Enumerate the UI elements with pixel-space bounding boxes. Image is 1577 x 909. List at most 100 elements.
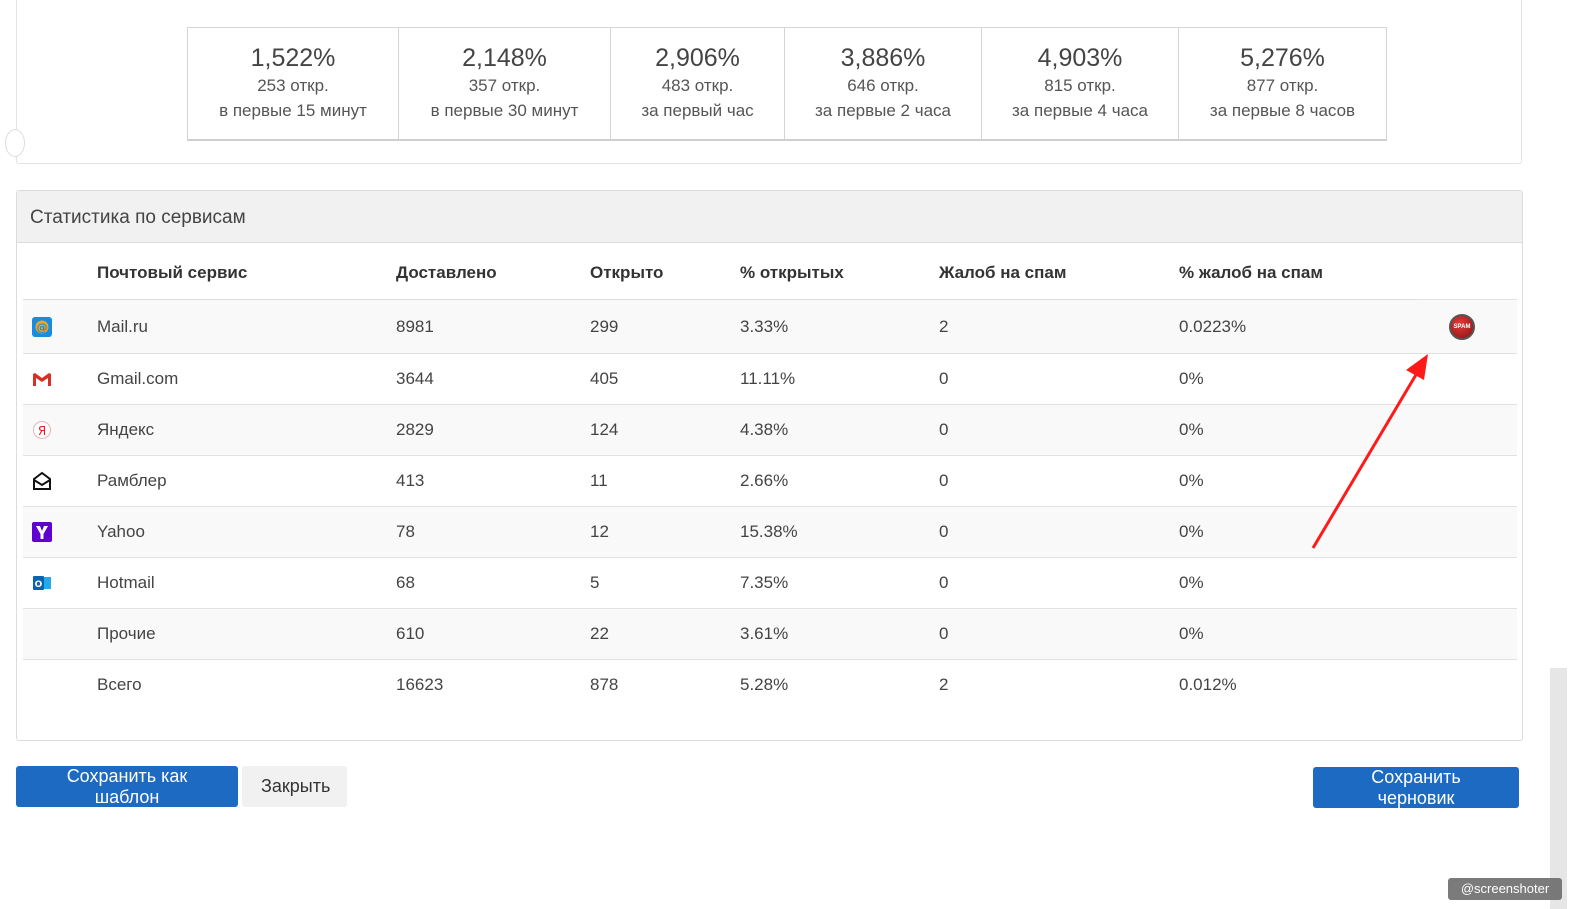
- save-as-template-button[interactable]: Сохранить как шаблон: [16, 766, 238, 807]
- spam-link[interactable]: 2: [939, 659, 1179, 711]
- service-stats-table: Почтовый сервис Доставлено Открыто % отк…: [23, 247, 1517, 711]
- spam-action-cell: [1417, 506, 1517, 558]
- service-icon-cell: [23, 506, 97, 558]
- opened-link[interactable]: 11: [590, 455, 740, 507]
- header-service[interactable]: Почтовый сервис: [97, 247, 396, 300]
- mailru-icon: @: [32, 316, 52, 337]
- delivered-link[interactable]: 3644: [396, 353, 590, 405]
- delivered-link[interactable]: 78: [396, 506, 590, 558]
- timing-opens: 815 откр.: [1044, 76, 1116, 95]
- timing-percent: 5,276%: [1240, 44, 1325, 72]
- spam-link[interactable]: 0: [939, 557, 1179, 609]
- screenshoter-watermark: @screenshoter: [1448, 878, 1562, 900]
- opened-link[interactable]: 405: [590, 353, 740, 405]
- timing-opens: 253 откр.: [257, 76, 329, 95]
- open-pct: 11.11%: [740, 353, 939, 405]
- timing-period: за первый час: [641, 101, 754, 120]
- spam-action-cell: [1417, 404, 1517, 456]
- outlook-icon: O: [33, 576, 51, 590]
- open-pct: 3.61%: [740, 608, 939, 660]
- open-pct: 15.38%: [740, 506, 939, 558]
- spam-link[interactable]: 0: [939, 455, 1179, 507]
- spam-link[interactable]: 2: [939, 299, 1179, 354]
- delivered-link[interactable]: 8981: [396, 299, 590, 354]
- panel-title: Статистика по сервисам: [17, 191, 1522, 243]
- timing-opens: 357 откр.: [468, 76, 541, 95]
- spam-action-cell: [1417, 353, 1517, 405]
- service-icon-cell: [23, 608, 97, 660]
- service-name: Яндекс: [97, 404, 396, 456]
- service-name: Рамблер: [97, 455, 396, 507]
- timing-percent: 4,903%: [1037, 44, 1123, 72]
- open-pct: 7.35%: [740, 557, 939, 609]
- delivered-link[interactable]: 413: [396, 455, 590, 507]
- service-name: Прочие: [97, 608, 396, 660]
- spam-pct: 0%: [1179, 353, 1417, 405]
- timing-opens: 483 откр.: [661, 76, 734, 95]
- spam-link[interactable]: 0: [939, 353, 1179, 405]
- opened-link[interactable]: 299: [590, 299, 740, 354]
- save-draft-button[interactable]: Сохранить черновик: [1313, 767, 1519, 808]
- service-icon-cell: O: [23, 557, 97, 609]
- rambler-icon: [33, 471, 51, 490]
- service-icon-cell: Я: [23, 404, 97, 456]
- service-name: Hotmail: [97, 557, 396, 609]
- gmail-icon: [33, 373, 51, 386]
- spam-pct: 0%: [1179, 404, 1417, 456]
- service-stats-panel: Статистика по сервисам Почтовый сервис Д…: [16, 190, 1523, 741]
- header-spam-pct[interactable]: % жалоб на спам: [1179, 247, 1417, 300]
- table-row: Я Яндекс 2829 124 4.38% 0 0%: [23, 404, 1517, 456]
- collapsed-edge-control[interactable]: [5, 129, 25, 157]
- opened-link[interactable]: 5: [590, 557, 740, 609]
- open-pct: 4.38%: [740, 404, 939, 456]
- service-name: Yahoo: [97, 506, 396, 558]
- opened-link[interactable]: 878: [590, 659, 740, 711]
- svg-text:@: @: [37, 321, 48, 334]
- service-name: Mail.ru: [97, 299, 396, 354]
- timing-cell-15min: 1,522% 253 откр. в первые 15 минут: [188, 28, 399, 139]
- header-opened[interactable]: Открыто: [590, 247, 740, 300]
- table-row: Yahoo 78 12 15.38% 0 0%: [23, 506, 1517, 558]
- table-row: O Hotmail 68 5 7.35% 0 0%: [23, 557, 1517, 609]
- timing-cell-2h: 3,886% 646 откр. за первые 2 часа: [785, 28, 982, 139]
- timing-period: в первые 15 минут: [219, 101, 367, 120]
- service-name: Всего: [97, 659, 396, 711]
- close-button[interactable]: Закрыть: [242, 766, 347, 807]
- table-row: Прочие 610 22 3.61% 0 0%: [23, 608, 1517, 660]
- opened-link[interactable]: 124: [590, 404, 740, 456]
- table-row: @ Mail.ru 8981 299 3.33% 2 0.0223% SPAM: [23, 299, 1517, 354]
- spam-pct: 0.012%: [1179, 659, 1417, 711]
- open-timing-panel: 1,522% 253 откр. в первые 15 минут 2,148…: [5, 0, 1522, 164]
- service-icon-cell: @: [23, 299, 97, 354]
- spam-action-cell: [1417, 455, 1517, 507]
- timing-percent: 2,906%: [655, 44, 740, 72]
- spam-stamp-icon[interactable]: SPAM: [1449, 313, 1475, 340]
- delivered-link[interactable]: 16623: [396, 659, 590, 711]
- spam-pct: 0%: [1179, 455, 1417, 507]
- header-spam[interactable]: Жалоб на спам: [939, 247, 1179, 300]
- timing-period: за первые 4 часа: [1012, 101, 1148, 120]
- timing-period: за первые 8 часов: [1209, 101, 1356, 120]
- delivered-value: 610: [396, 608, 590, 660]
- yahoo-icon: [32, 522, 52, 542]
- spam-pct: 0%: [1179, 506, 1417, 558]
- opened-link[interactable]: 12: [590, 506, 740, 558]
- delivered-link[interactable]: 2829: [396, 404, 590, 456]
- timing-percent: 3,886%: [840, 44, 926, 72]
- svg-text:O: O: [35, 580, 43, 590]
- service-icon-cell: [23, 353, 97, 405]
- timing-period: в первые 30 минут: [430, 101, 579, 120]
- table-row: Рамблер 413 11 2.66% 0 0%: [23, 455, 1517, 507]
- spam-link[interactable]: 0: [939, 404, 1179, 456]
- delivered-link[interactable]: 68: [396, 557, 590, 609]
- vertical-scrollbar[interactable]: [1550, 668, 1567, 909]
- header-open-pct[interactable]: % открытых: [740, 247, 939, 300]
- spam-link[interactable]: 0: [939, 506, 1179, 558]
- table-row-total: Всего 16623 878 5.28% 2 0.012%: [23, 659, 1517, 711]
- header-delivered[interactable]: Доставлено: [396, 247, 590, 300]
- service-icon-cell: [23, 455, 97, 507]
- spam-pct: 0%: [1179, 608, 1417, 660]
- svg-text:Я: Я: [38, 424, 46, 438]
- open-pct: 3.33%: [740, 299, 939, 354]
- spam-action-cell: SPAM: [1417, 299, 1517, 354]
